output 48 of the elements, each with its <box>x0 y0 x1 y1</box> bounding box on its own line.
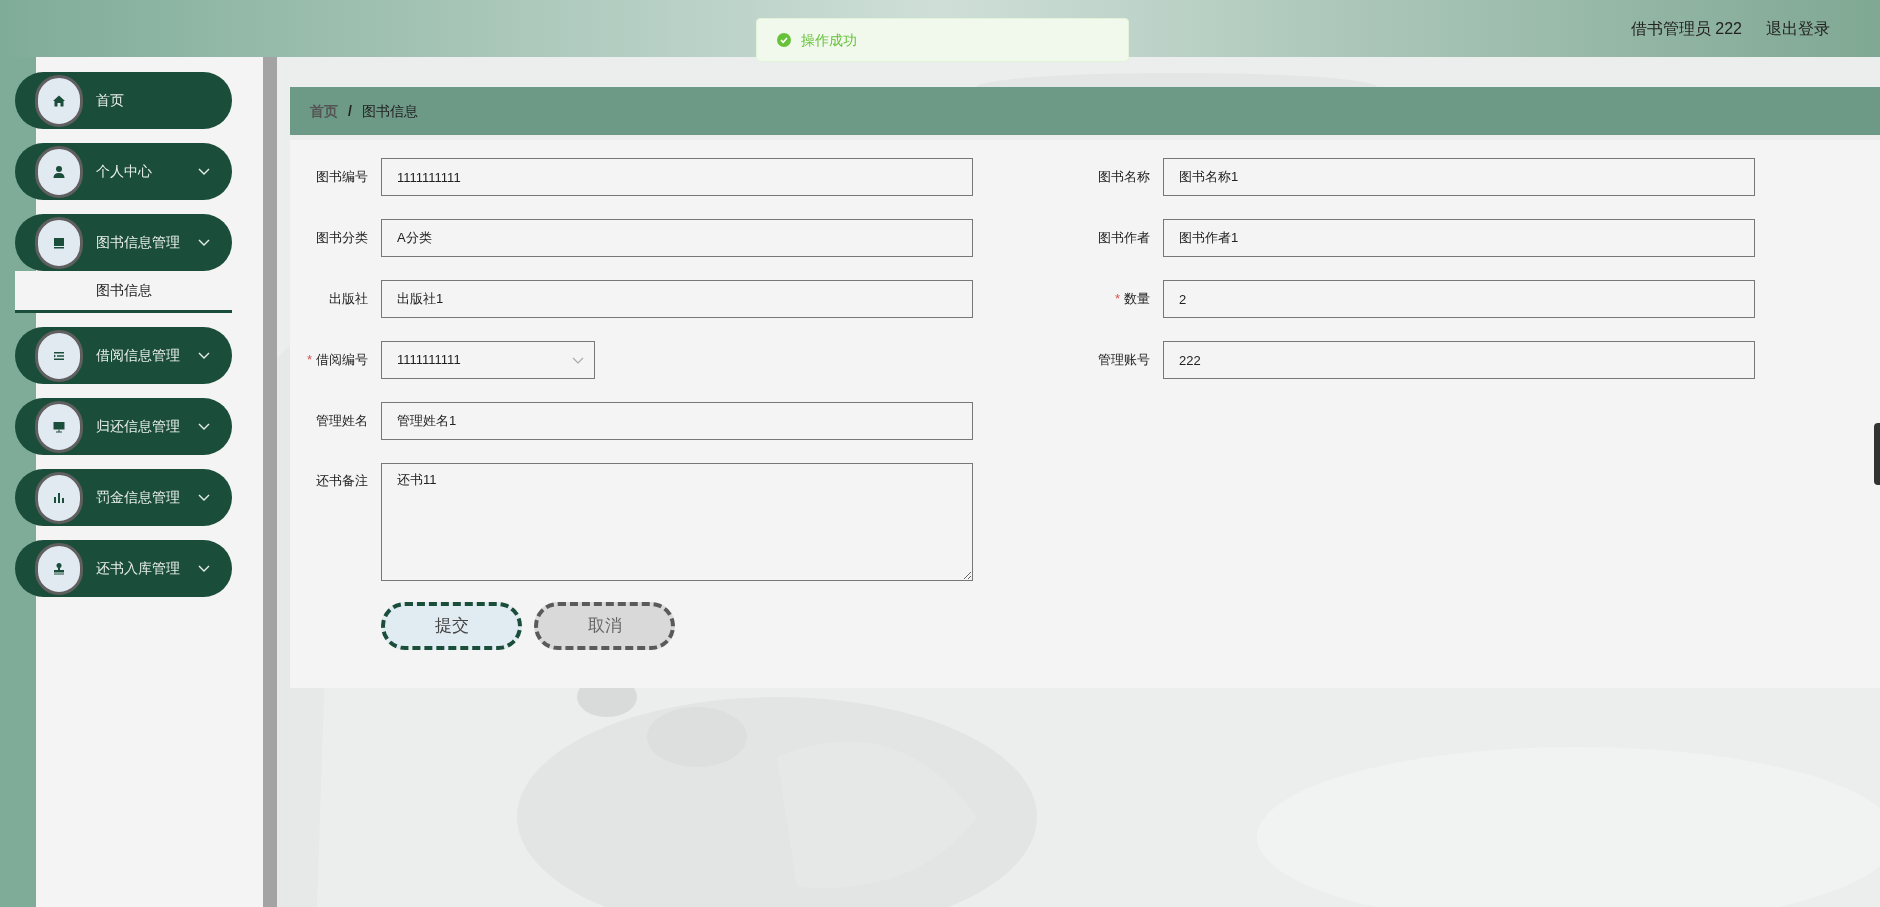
breadcrumb-current: 图书信息 <box>361 101 418 121</box>
menu-item[interactable]: 罚金信息管理 <box>15 469 232 526</box>
submit-button[interactable]: 提交 <box>381 602 522 650</box>
chevron-down-icon <box>198 493 210 502</box>
field-label: 借阅编号 <box>316 351 368 370</box>
menu-item[interactable]: 借阅信息管理 <box>15 327 232 384</box>
input-field[interactable]: 管理姓名1 <box>381 402 973 440</box>
required-mark: * <box>1114 290 1120 309</box>
select-field[interactable]: 1111111111 <box>381 341 595 379</box>
input-field[interactable]: 图书作者1 <box>1163 219 1755 257</box>
user-name: 借书管理员 222 <box>1630 18 1742 39</box>
toast-text: 操作成功 <box>801 30 857 50</box>
cancel-button[interactable]: 取消 <box>534 602 675 650</box>
field-label: 管理账号 <box>1098 351 1150 370</box>
field-label: 图书编号 <box>316 168 368 187</box>
input-field[interactable]: A分类 <box>381 219 973 257</box>
menu-item[interactable]: 归还信息管理 <box>15 398 232 455</box>
chevron-down-icon <box>198 238 210 247</box>
field-label: 图书作者 <box>1098 229 1150 248</box>
input-field[interactable]: 1111111111 <box>381 158 973 196</box>
logout-link[interactable]: 退出登录 <box>1766 16 1830 41</box>
input-field[interactable]: 出版社1 <box>381 280 973 318</box>
person-icon <box>51 163 67 180</box>
field-label: 管理姓名 <box>316 412 368 431</box>
chevron-down-icon <box>572 356 584 364</box>
field-label: 图书名称 <box>1098 168 1150 187</box>
menu-item[interactable]: 还书入库管理 <box>15 540 232 597</box>
textarea-field[interactable]: 还书11 <box>381 463 973 581</box>
field-label: 出版社 <box>329 290 368 309</box>
field-label: 图书分类 <box>316 229 368 248</box>
required-mark: * <box>306 351 312 370</box>
breadcrumb-separator: / <box>348 101 352 121</box>
field-label: 还书备注 <box>316 472 368 490</box>
submenu-item[interactable]: 图书信息 <box>15 271 232 313</box>
chevron-down-icon <box>198 351 210 360</box>
input-field[interactable]: 2 <box>1163 280 1755 318</box>
chevron-down-icon <box>198 167 210 176</box>
field-label: 数量 <box>1124 290 1150 309</box>
menu-item[interactable]: 个人中心 <box>15 143 232 200</box>
chevron-down-icon <box>198 422 210 431</box>
input-field[interactable]: 图书名称1 <box>1163 158 1755 196</box>
menu-item[interactable]: 首页 <box>15 72 232 129</box>
chevron-down-icon <box>198 564 210 573</box>
scroll-handle[interactable] <box>1874 423 1880 485</box>
input-field[interactable]: 222 <box>1163 341 1755 379</box>
menu-item[interactable]: 图书信息管理 <box>15 214 232 271</box>
stamp-icon <box>51 560 67 577</box>
check-circle-icon <box>777 33 791 47</box>
